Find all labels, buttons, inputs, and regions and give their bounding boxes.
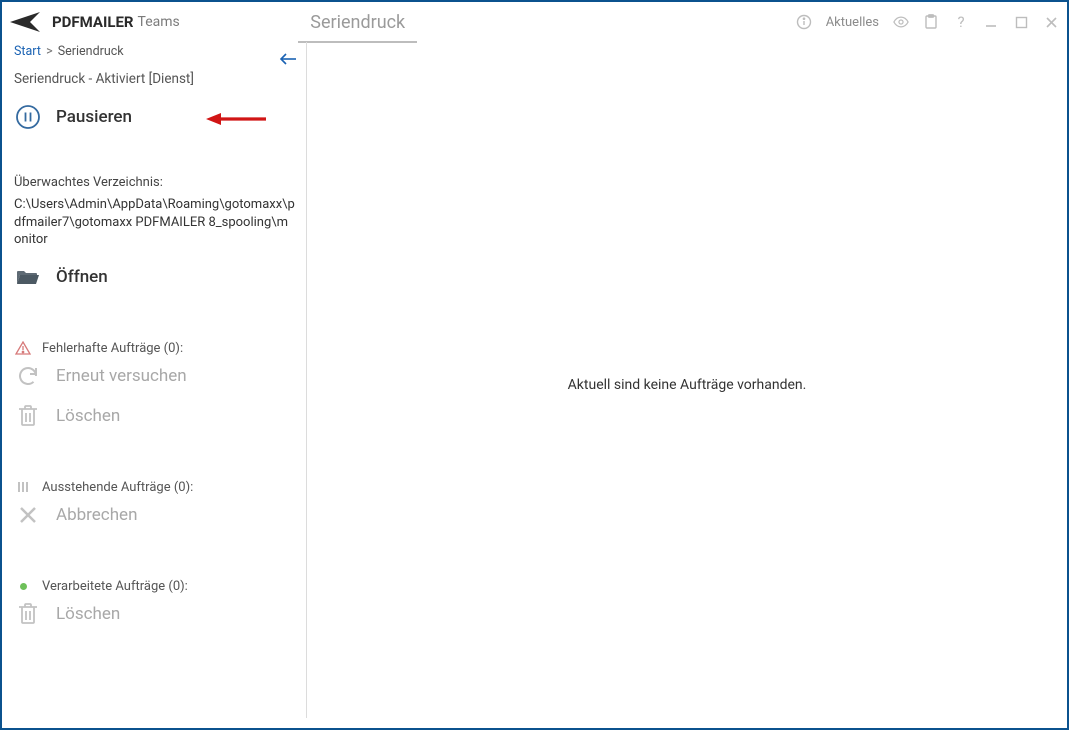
- pause-icon: [14, 103, 42, 131]
- back-icon[interactable]: [279, 52, 297, 66]
- close-icon[interactable]: [1043, 14, 1059, 30]
- pause-label: Pausieren: [56, 107, 132, 127]
- watched-dir-path: C:\Users\Admin\AppData\Roaming\gotomaxx\…: [14, 190, 295, 257]
- delete-done-label: Löschen: [56, 604, 120, 624]
- news-link[interactable]: Aktuelles: [826, 15, 879, 30]
- pending-jobs-header: Ausstehende Aufträge (0):: [14, 464, 295, 495]
- breadcrumb-current: Seriendruck: [58, 44, 124, 59]
- retry-button: Erneut versuchen: [14, 356, 295, 396]
- open-label: Öffnen: [56, 267, 108, 287]
- maximize-icon[interactable]: [1013, 14, 1029, 30]
- delete-failed-label: Löschen: [56, 406, 120, 426]
- trash-icon: [14, 402, 42, 430]
- cancel-button: Abbrechen: [14, 495, 295, 535]
- watched-dir-label: Überwachtes Verzeichnis:: [14, 165, 295, 190]
- trash-icon: [14, 600, 42, 628]
- empty-state: Aktuell sind keine Aufträge vorhanden.: [568, 377, 807, 393]
- help-icon[interactable]: ?: [953, 14, 969, 30]
- breadcrumb-start[interactable]: Start: [14, 44, 41, 59]
- warning-icon: [14, 341, 32, 355]
- breadcrumb: Start > Seriendruck: [14, 42, 295, 65]
- sidebar: Start > Seriendruck Seriendruck - Aktivi…: [2, 42, 307, 728]
- done-dot-icon: [14, 583, 32, 590]
- pending-jobs-label: Ausstehende Aufträge (0):: [42, 480, 193, 495]
- delete-done-button: Löschen: [14, 594, 295, 634]
- tab-seriendruck[interactable]: Seriendruck: [0, 12, 796, 33]
- clipboard-icon[interactable]: [923, 14, 939, 30]
- cancel-label: Abbrechen: [56, 505, 137, 525]
- done-jobs-label: Verarbeitete Aufträge (0):: [42, 579, 188, 594]
- retry-label: Erneut versuchen: [56, 366, 187, 386]
- cancel-icon: [14, 501, 42, 529]
- pause-button[interactable]: Pausieren: [14, 97, 295, 137]
- titlebar: PDFMAILER Teams Seriendruck Aktuelles ?: [2, 2, 1067, 42]
- failed-jobs-label: Fehlerhafte Aufträge (0):: [42, 341, 183, 356]
- open-button[interactable]: Öffnen: [14, 257, 295, 297]
- pending-icon: [14, 480, 32, 494]
- done-jobs-header: Verarbeitete Aufträge (0):: [14, 563, 295, 594]
- info-icon[interactable]: [796, 14, 812, 30]
- main-area: Aktuell sind keine Aufträge vorhanden.: [307, 42, 1067, 728]
- minimize-icon[interactable]: [983, 14, 999, 30]
- delete-failed-button: Löschen: [14, 396, 295, 436]
- folder-open-icon: [14, 263, 42, 291]
- eye-icon[interactable]: [893, 14, 909, 30]
- failed-jobs-header: Fehlerhafte Aufträge (0):: [14, 325, 295, 356]
- service-status: Seriendruck - Aktiviert [Dienst]: [14, 65, 295, 97]
- refresh-icon: [14, 362, 42, 390]
